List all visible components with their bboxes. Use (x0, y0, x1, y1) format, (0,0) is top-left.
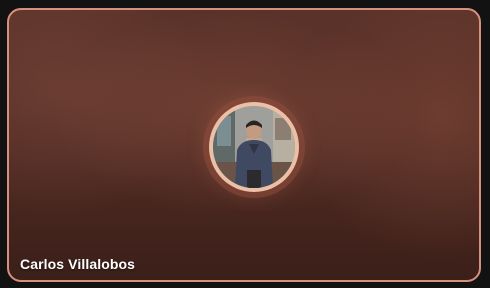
avatar-border (209, 102, 299, 192)
speaking-indicator-ring (203, 96, 305, 198)
profile-photo-icon (213, 106, 295, 188)
participant-tile[interactable]: Carlos Villalobos (7, 8, 481, 282)
participant-avatar (213, 106, 295, 188)
participant-name: Carlos Villalobos (20, 256, 136, 272)
